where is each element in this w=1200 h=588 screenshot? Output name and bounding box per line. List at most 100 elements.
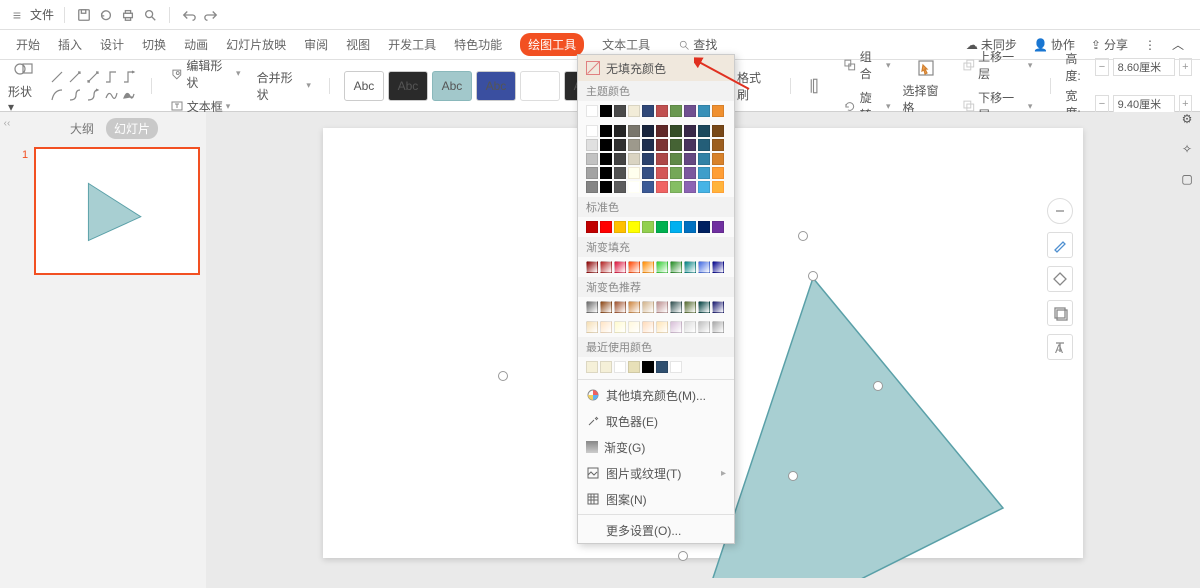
slide-thumbnail[interactable]: 1 (34, 147, 200, 275)
resize-handle[interactable] (788, 471, 798, 481)
color-swatch[interactable] (642, 261, 654, 273)
color-swatch[interactable] (586, 301, 598, 313)
rotate-handle[interactable] (798, 231, 808, 241)
color-swatch[interactable] (614, 301, 626, 313)
color-swatch[interactable] (670, 301, 682, 313)
align-button[interactable] (805, 75, 831, 97)
color-swatch[interactable] (628, 261, 640, 273)
color-swatch[interactable] (670, 167, 682, 179)
no-fill-option[interactable]: 无填充颜色 (578, 55, 734, 81)
file-menu[interactable]: 文件 (30, 6, 54, 23)
nav-tab-slide[interactable]: 幻灯片 (106, 118, 158, 139)
color-swatch[interactable] (656, 221, 668, 233)
shape-tool-icon[interactable] (1047, 266, 1073, 292)
color-swatch[interactable] (586, 181, 598, 193)
text-tool-icon[interactable]: A (1047, 334, 1073, 360)
color-swatch[interactable] (614, 105, 626, 117)
color-swatch[interactable] (670, 139, 682, 151)
color-swatch[interactable] (684, 301, 696, 313)
rail-library-icon[interactable]: ▢ (1181, 172, 1192, 186)
color-swatch[interactable] (698, 301, 710, 313)
shape-gallery-button[interactable]: 形状 ▾ (8, 57, 41, 114)
color-swatch[interactable] (712, 153, 724, 165)
color-swatch[interactable] (698, 125, 710, 137)
undo-icon[interactable] (180, 6, 198, 24)
color-swatch[interactable] (628, 105, 640, 117)
color-swatch[interactable] (656, 167, 668, 179)
color-swatch[interactable] (712, 261, 724, 273)
color-swatch[interactable] (614, 321, 626, 333)
color-swatch[interactable] (712, 181, 724, 193)
color-swatch[interactable] (684, 321, 696, 333)
tab-feature[interactable]: 特色功能 (454, 30, 502, 60)
color-swatch[interactable] (656, 261, 668, 273)
standard-color-row[interactable] (578, 217, 734, 237)
color-swatch[interactable] (684, 167, 696, 179)
zoom-out-icon[interactable] (1047, 198, 1073, 224)
color-swatch[interactable] (628, 139, 640, 151)
tab-start[interactable]: 开始 (16, 30, 40, 60)
preview-icon[interactable] (141, 6, 159, 24)
color-swatch[interactable] (628, 361, 640, 373)
color-swatch[interactable] (698, 181, 710, 193)
color-swatch[interactable] (642, 125, 654, 137)
color-swatch[interactable] (684, 125, 696, 137)
color-swatch[interactable] (684, 181, 696, 193)
color-swatch[interactable] (698, 321, 710, 333)
color-swatch[interactable] (586, 221, 598, 233)
redo-icon[interactable] (202, 6, 220, 24)
print2-icon[interactable] (119, 6, 137, 24)
color-swatch[interactable] (586, 321, 598, 333)
height-plus-button[interactable]: + (1179, 58, 1192, 76)
color-swatch[interactable] (656, 153, 668, 165)
color-swatch[interactable] (614, 181, 626, 193)
color-swatch[interactable] (656, 321, 668, 333)
color-swatch[interactable] (614, 167, 626, 179)
tab-dev[interactable]: 开发工具 (388, 30, 436, 60)
color-swatch[interactable] (628, 301, 640, 313)
color-swatch[interactable] (656, 125, 668, 137)
recent-color-row[interactable] (578, 357, 734, 377)
color-swatch[interactable] (698, 261, 710, 273)
color-swatch[interactable] (670, 105, 682, 117)
color-swatch[interactable] (628, 153, 640, 165)
color-swatch[interactable] (614, 139, 626, 151)
color-swatch[interactable] (600, 321, 612, 333)
color-swatch[interactable] (684, 105, 696, 117)
line-gallery[interactable] (49, 69, 137, 103)
color-swatch[interactable] (642, 167, 654, 179)
other-colors-option[interactable]: 其他填充颜色(M)... (578, 382, 734, 408)
resize-handle[interactable] (678, 551, 688, 561)
color-swatch[interactable] (642, 301, 654, 313)
rail-settings-icon[interactable]: ⚙ (1182, 112, 1193, 126)
theme-color-row[interactable] (578, 101, 734, 121)
color-swatch[interactable] (586, 139, 598, 151)
color-swatch[interactable] (670, 221, 682, 233)
eyedropper-option[interactable]: 取色器(E) (578, 408, 734, 434)
color-swatch[interactable] (586, 167, 598, 179)
color-swatch[interactable] (656, 301, 668, 313)
theme-shade-grid[interactable] (578, 121, 734, 197)
width-input[interactable] (1113, 95, 1175, 113)
color-swatch[interactable] (642, 105, 654, 117)
color-swatch[interactable] (642, 361, 654, 373)
color-swatch[interactable] (670, 181, 682, 193)
color-swatch[interactable] (656, 181, 668, 193)
height-minus-button[interactable]: − (1095, 58, 1108, 76)
tab-review[interactable]: 审阅 (304, 30, 328, 60)
tab-design[interactable]: 设计 (100, 30, 124, 60)
color-swatch[interactable] (698, 139, 710, 151)
width-plus-button[interactable]: + (1179, 95, 1192, 113)
color-swatch[interactable] (586, 153, 598, 165)
tab-drawtool[interactable]: 绘图工具 (520, 33, 584, 56)
color-swatch[interactable] (586, 361, 598, 373)
color-swatch[interactable] (628, 167, 640, 179)
color-swatch[interactable] (586, 125, 598, 137)
color-swatch[interactable] (642, 321, 654, 333)
color-swatch[interactable] (628, 181, 640, 193)
color-swatch[interactable] (600, 139, 612, 151)
color-swatch[interactable] (656, 139, 668, 151)
color-swatch[interactable] (614, 153, 626, 165)
color-swatch[interactable] (628, 221, 640, 233)
group-button[interactable]: 组合▾ (839, 46, 894, 84)
